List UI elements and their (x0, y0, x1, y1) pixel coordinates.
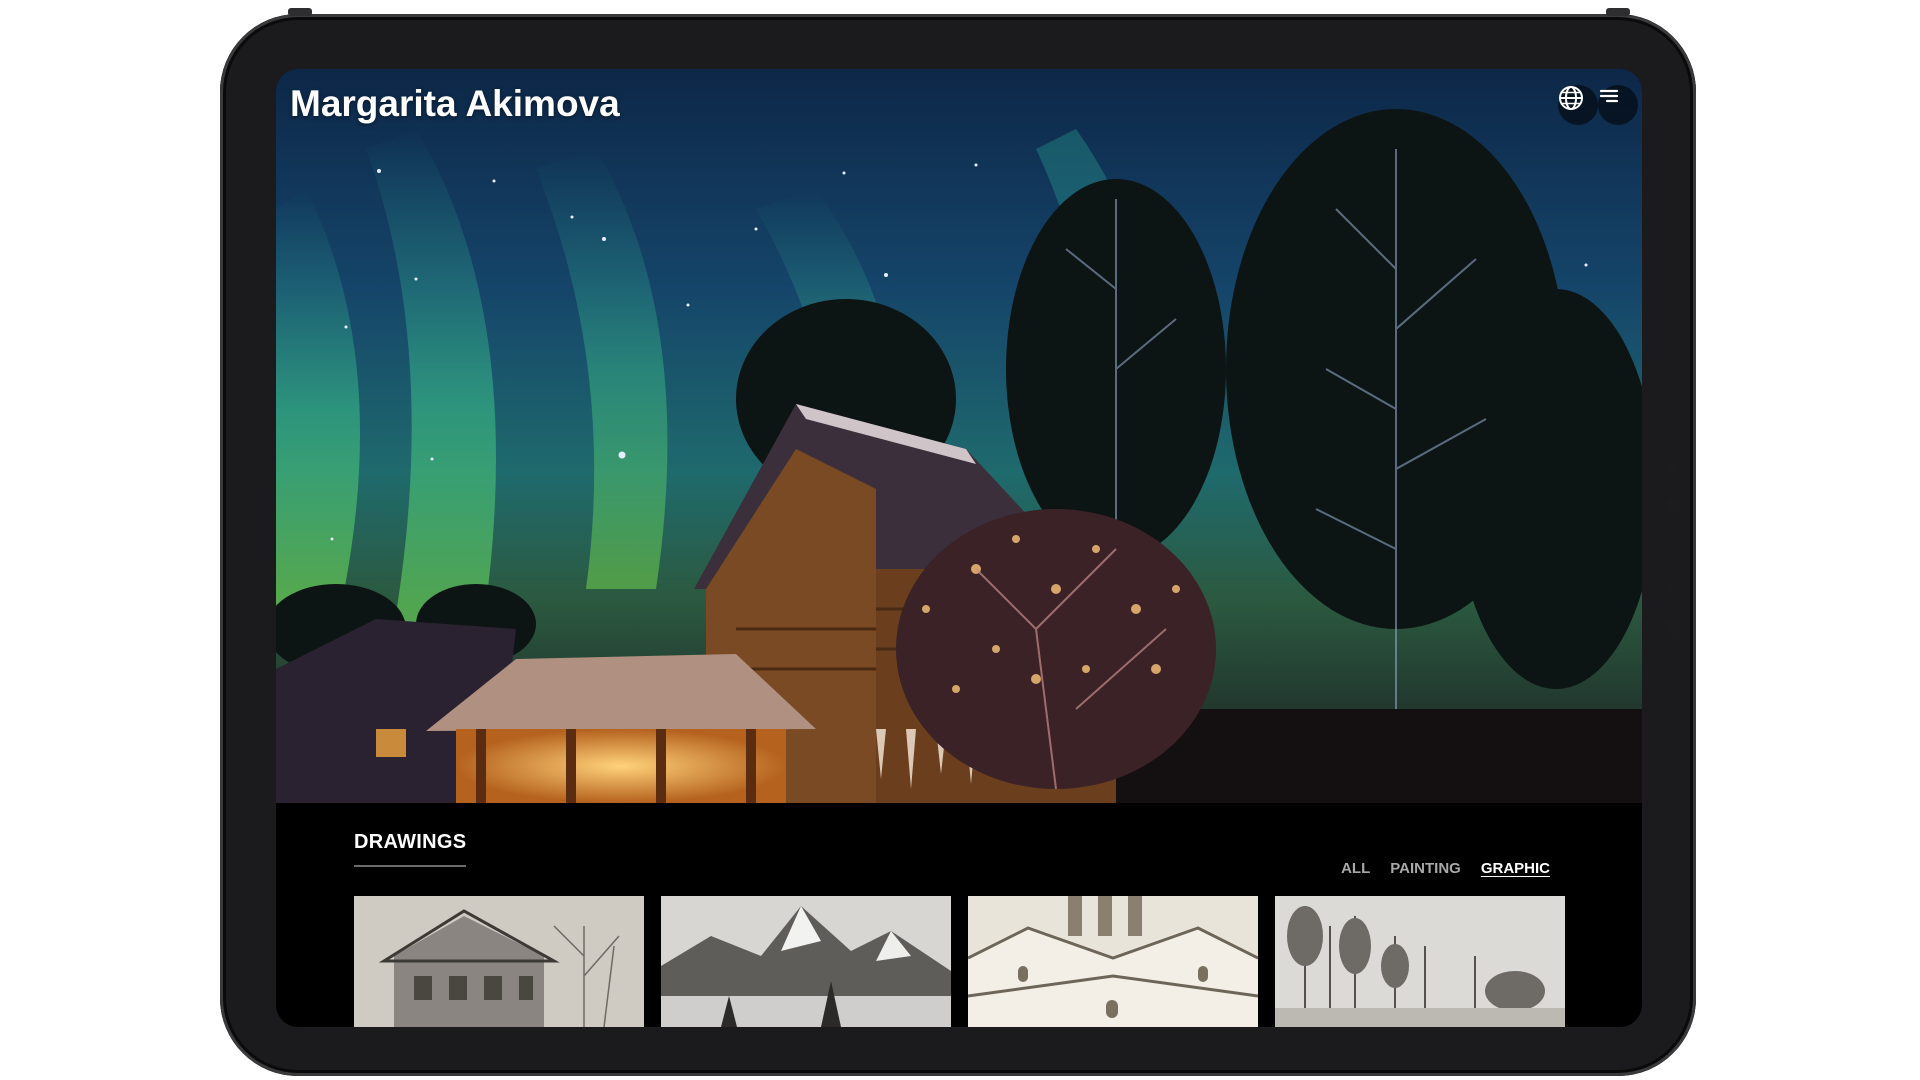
section-title: DRAWINGS (354, 831, 467, 853)
browser-screen: Margarita Akimova DRAWINGS ALL PAINTING … (276, 69, 1642, 1027)
thumbnail-row (354, 896, 1565, 1027)
device-top-button-right (1606, 8, 1630, 16)
filter-all[interactable]: ALL (1341, 860, 1370, 877)
thumbnail-forest[interactable] (1275, 896, 1565, 1027)
device-side-dot (1665, 497, 1681, 513)
section-title-underline (354, 865, 466, 867)
menu-icon (1599, 89, 1619, 103)
site-title[interactable]: Margarita Akimova (290, 83, 620, 125)
filter-tabs: ALL PAINTING GRAPHIC (1341, 860, 1550, 877)
device-side-dot (1665, 619, 1681, 635)
thumbnail-church[interactable] (968, 896, 1258, 1027)
filter-painting[interactable]: PAINTING (1390, 860, 1461, 877)
filter-graphic[interactable]: GRAPHIC (1481, 860, 1550, 877)
thumbnail-wooden-house[interactable] (354, 896, 644, 1027)
menu-button[interactable] (1598, 85, 1638, 125)
device-side-dot (1668, 585, 1674, 591)
globe-icon (1559, 86, 1583, 110)
hero-painting: Margarita Akimova (276, 69, 1642, 803)
language-button[interactable] (1558, 85, 1598, 125)
device-top-button-left (288, 8, 312, 16)
thumbnail-mountains[interactable] (661, 896, 951, 1027)
device-side-dot (1668, 462, 1678, 472)
